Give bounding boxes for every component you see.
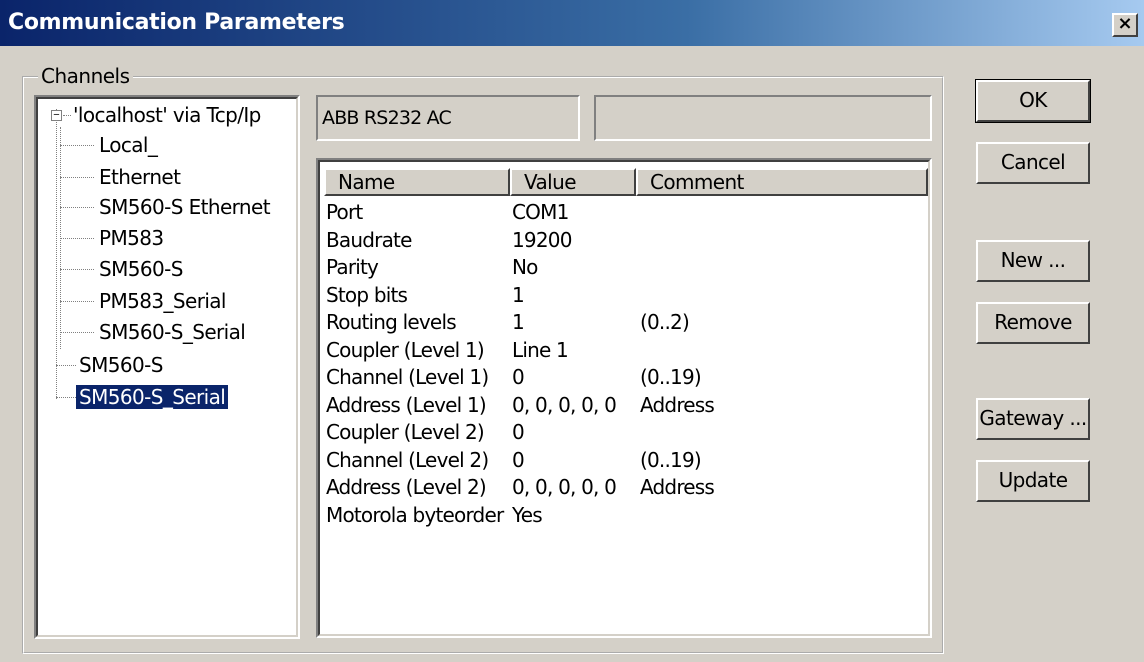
param-comment: (0..2) (640, 310, 690, 334)
tree-item-sm560s-serial-selected[interactable]: SM560-S_Serial (76, 385, 229, 409)
remove-button[interactable]: Remove (976, 302, 1090, 344)
column-header-comment[interactable]: Comment (636, 168, 928, 196)
column-header-name[interactable]: Name (324, 168, 510, 196)
cancel-button[interactable]: Cancel (976, 142, 1090, 184)
driver-name: ABB RS232 AC (322, 107, 452, 129)
param-name: Port (326, 200, 363, 224)
param-comment: (0..19) (640, 365, 702, 389)
table-row[interactable]: Port COM1 (326, 198, 926, 226)
tree-item-sm560s[interactable]: SM560-S (96, 257, 186, 281)
tree-item-pm583[interactable]: PM583 (96, 226, 167, 250)
gateway-button[interactable]: Gateway ... (976, 398, 1090, 440)
param-name: Address (Level 2) (326, 475, 487, 499)
param-value[interactable]: 0 (512, 446, 525, 474)
title-bar[interactable]: Communication Parameters × (0, 0, 1144, 46)
table-row[interactable]: Routing levels 1 (0..2) (326, 308, 926, 336)
param-comment: Address (640, 392, 715, 417)
param-name: Routing levels (326, 310, 457, 334)
param-value[interactable]: Yes (512, 501, 543, 529)
table-row[interactable]: Stop bits 1 (326, 281, 926, 309)
column-header-value[interactable]: Value (510, 168, 636, 196)
table-row[interactable]: Address (Level 1) 0, 0, 0, 0, 0 Address (326, 391, 926, 419)
param-value[interactable]: 1 (512, 281, 525, 309)
param-name: Stop bits (326, 282, 408, 307)
table-row[interactable]: Channel (Level 1) 0 (0..19) (326, 363, 926, 391)
driver-name-field: ABB RS232 AC (316, 95, 580, 141)
param-value[interactable]: 0 (512, 418, 525, 446)
tree-item-local[interactable]: Local_ (96, 133, 160, 157)
tree-item-sm560s-serial[interactable]: SM560-S_Serial (96, 320, 248, 344)
param-comment: Address (640, 475, 715, 499)
param-value[interactable]: 0 (512, 363, 525, 391)
param-comment: (0..19) (640, 447, 702, 472)
update-button[interactable]: Update (976, 460, 1090, 502)
param-name: Channel (Level 1) (326, 365, 489, 389)
param-value[interactable]: 19200 (512, 226, 572, 254)
parameters-table[interactable]: Name Value Comment Port COM1 Baudrate 19200… (316, 158, 932, 638)
driver-extra-field (594, 95, 932, 141)
param-value[interactable]: No (512, 253, 538, 281)
param-name: Baudrate (326, 227, 412, 252)
param-name: Coupler (Level 1) (326, 337, 485, 362)
table-row[interactable]: Baudrate 19200 (326, 226, 926, 254)
table-row[interactable]: Channel (Level 2) 0 (0..19) (326, 446, 926, 474)
new-button[interactable]: New ... (976, 240, 1090, 282)
tree-item-sm560s-top[interactable]: SM560-S (76, 353, 166, 377)
tree-item-ethernet[interactable]: Ethernet (96, 165, 183, 189)
table-row[interactable]: Parity No (326, 253, 926, 281)
tree-item-sm560s-ethernet[interactable]: SM560-S Ethernet (96, 195, 273, 219)
table-row[interactable]: Coupler (Level 1) Line 1 (326, 336, 926, 364)
close-button[interactable]: × (1112, 13, 1138, 37)
param-name: Coupler (Level 2) (326, 420, 485, 444)
channels-tree[interactable]: − 'localhost' via Tcp/Ip Local_ Ethernet… (34, 95, 300, 639)
param-value[interactable]: 1 (512, 308, 525, 336)
tree-root-localhost[interactable]: 'localhost' via Tcp/Ip (70, 103, 264, 127)
channels-group-label: Channels (38, 64, 133, 88)
tree-item-pm583-serial[interactable]: PM583_Serial (96, 289, 229, 313)
ok-button[interactable]: OK (975, 79, 1091, 123)
table-row[interactable]: Coupler (Level 2) 0 (326, 418, 926, 446)
table-row[interactable]: Address (Level 2) 0, 0, 0, 0, 0 Address (326, 473, 926, 501)
param-value[interactable]: Line 1 (512, 336, 569, 364)
window-title: Communication Parameters (8, 10, 345, 35)
table-row[interactable]: Motorola byteorder Yes (326, 501, 926, 529)
param-name: Parity (326, 255, 379, 279)
param-value[interactable]: 0, 0, 0, 0, 0 (512, 391, 617, 419)
param-name: Address (Level 1) (326, 392, 487, 417)
param-value[interactable]: 0, 0, 0, 0, 0 (512, 473, 617, 501)
tree-line (56, 109, 57, 399)
param-name: Motorola byteorder (326, 502, 504, 527)
param-name: Channel (Level 2) (326, 447, 489, 472)
param-value[interactable]: COM1 (512, 198, 569, 226)
collapse-icon[interactable]: − (51, 110, 62, 121)
